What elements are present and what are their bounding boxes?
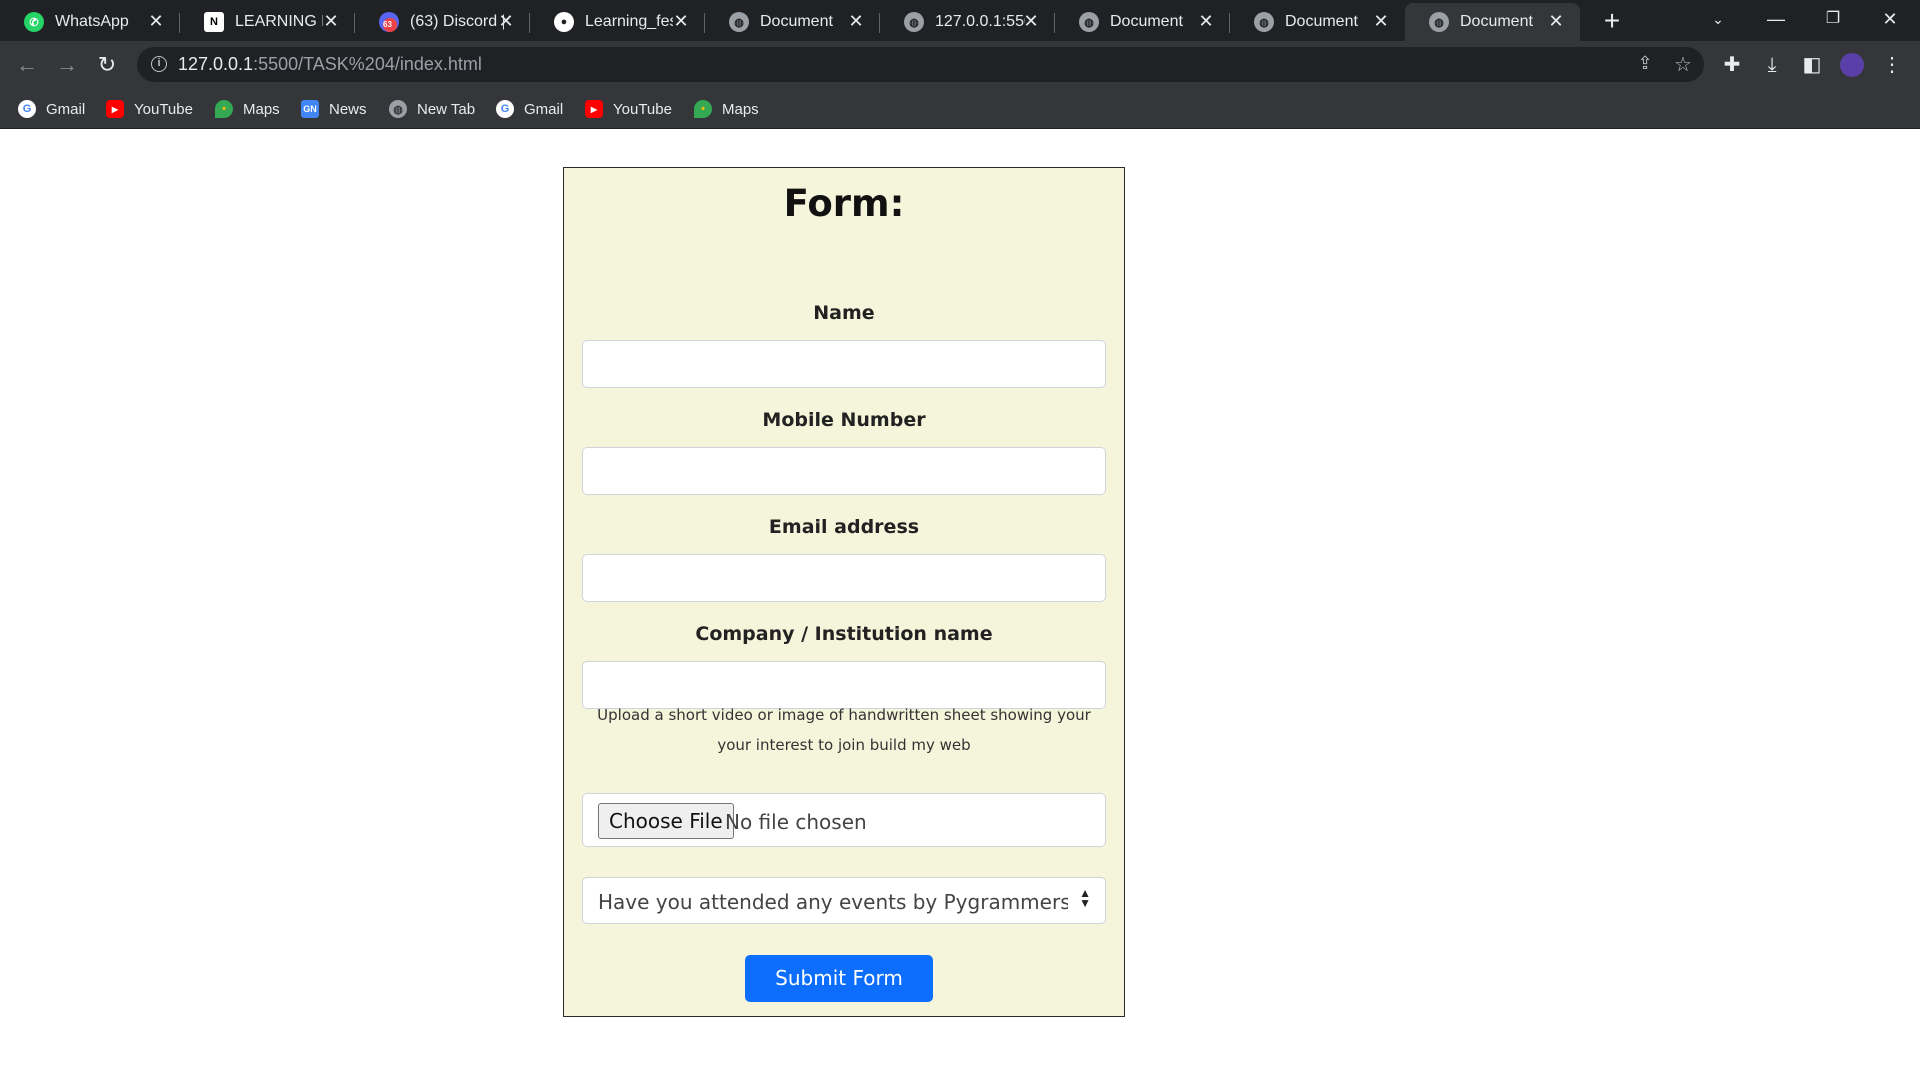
reload-button[interactable]: ↻ [93, 51, 121, 79]
globe-icon: ◍ [389, 100, 407, 118]
close-icon[interactable]: ✕ [1021, 11, 1041, 31]
bookmark-news[interactable]: GN News [301, 98, 367, 120]
mobile-number-input[interactable] [582, 447, 1106, 495]
name-input[interactable] [582, 340, 1106, 388]
new-tab-button[interactable]: + [1598, 7, 1626, 35]
close-icon[interactable]: ✕ [846, 11, 866, 31]
profile-avatar[interactable] [1838, 51, 1866, 79]
tab-document[interactable]: ◍ Document ✕ [1230, 3, 1405, 41]
bookmark-youtube[interactable]: ▶ YouTube [106, 98, 193, 120]
events-attended-select[interactable]: Have you attended any events by Pygramme… [582, 877, 1106, 924]
bookmark-label: Maps [243, 100, 280, 118]
bookmark-label: YouTube [134, 100, 193, 118]
address-bar[interactable]: i 127.0.0.1:5500/TASK%204/index.html ⇪ ☆ [137, 47, 1704, 82]
google-icon: G [18, 100, 36, 118]
bookmarks-bar: G Gmail ▶ YouTube • Maps GN News ◍ New T… [0, 88, 1920, 129]
globe-icon: ◍ [1079, 12, 1099, 32]
back-button[interactable]: ← [13, 51, 41, 79]
tab-title: (63) Discord | [410, 13, 504, 30]
globe-icon: ◍ [729, 12, 749, 32]
share-icon[interactable]: ⇪ [1633, 53, 1657, 77]
close-window-button[interactable]: ✕ [1862, 0, 1918, 40]
maps-icon: • [694, 100, 712, 118]
close-icon[interactable]: ✕ [671, 11, 691, 31]
tab-discord[interactable]: 63 (63) Discord | ✕ [355, 3, 530, 41]
bookmark-label: YouTube [613, 100, 672, 118]
google-icon: G [496, 100, 514, 118]
extensions-icon[interactable]: ✚ [1718, 51, 1746, 79]
bookmark-youtube[interactable]: ▶ YouTube [585, 98, 672, 120]
tab-title: LEARNING FE [235, 13, 323, 30]
close-icon[interactable]: ✕ [1371, 11, 1391, 31]
bookmark-label: News [329, 100, 367, 118]
url-host: 127.0.0.1 [178, 54, 254, 74]
tab-document-active[interactable]: ◍ Document ✕ [1405, 3, 1580, 41]
bookmark-star-icon[interactable]: ☆ [1671, 52, 1695, 76]
file-upload-field[interactable]: Choose File No file chosen [582, 793, 1106, 847]
sort-arrows-icon: ▲ ▼ [1079, 886, 1091, 910]
mobile-number-label: Mobile Number [762, 409, 926, 431]
name-label: Name [813, 302, 875, 324]
close-icon[interactable]: ✕ [496, 11, 516, 31]
bookmark-maps[interactable]: • Maps [215, 98, 280, 120]
notification-badge: 63 [383, 18, 397, 32]
news-icon: GN [301, 100, 319, 118]
tab-localhost[interactable]: ◍ 127.0.0.1:5500 ✕ [880, 3, 1055, 41]
tab-title: Learning_fest [585, 13, 673, 30]
download-icon[interactable]: ⤓ [1758, 51, 1786, 79]
youtube-icon: ▶ [585, 100, 603, 118]
notion-icon: N [204, 12, 224, 32]
company-label: Company / Institution name [695, 623, 993, 645]
info-icon[interactable]: i [151, 56, 167, 72]
bookmark-label: Gmail [524, 100, 564, 118]
bookmark-gmail[interactable]: G Gmail [496, 98, 563, 120]
tab-notion[interactable]: N LEARNING FE ✕ [180, 3, 355, 41]
forward-button[interactable]: → [53, 51, 81, 79]
globe-icon: ◍ [1254, 12, 1274, 32]
select-value: Have you attended any events by Pygramme… [598, 890, 1068, 914]
close-icon[interactable]: ✕ [1196, 11, 1216, 31]
tab-whatsapp[interactable]: ✆ WhatsApp ✕ [0, 3, 180, 41]
url-text[interactable]: 127.0.0.1:5500/TASK%204/index.html [178, 54, 482, 75]
minimize-button[interactable]: — [1748, 0, 1804, 40]
browser-toolbar: ← → ↻ i 127.0.0.1:5500/TASK%204/index.ht… [0, 41, 1920, 88]
globe-icon: ◍ [904, 12, 924, 32]
tab-strip: ✆ WhatsApp ✕ N LEARNING FE ✕ 63 (63) Dis… [0, 0, 1920, 41]
tab-document[interactable]: ◍ Document ✕ [705, 3, 880, 41]
youtube-icon: ▶ [106, 100, 124, 118]
github-icon: ● [554, 12, 574, 32]
bookmark-label: New Tab [417, 100, 476, 118]
menu-icon[interactable]: ⋮ [1878, 51, 1906, 79]
tab-search-button[interactable]: ⌄ [1690, 0, 1746, 40]
tab-github[interactable]: ● Learning_fest ✕ [530, 3, 705, 41]
form-title: Form: [783, 182, 905, 225]
maps-icon: • [215, 100, 233, 118]
close-icon[interactable]: ✕ [321, 11, 341, 31]
bookmark-gmail[interactable]: G Gmail [18, 98, 85, 120]
file-status-text: No file chosen [725, 810, 867, 834]
close-icon[interactable]: ✕ [146, 11, 166, 31]
choose-file-button[interactable]: Choose File [598, 803, 734, 839]
side-panel-icon[interactable]: ◧ [1798, 51, 1826, 79]
upload-instructions: Upload a short video or image of handwri… [597, 706, 1091, 754]
whatsapp-icon: ✆ [24, 12, 44, 32]
bookmark-label: Gmail [46, 100, 86, 118]
close-icon[interactable]: ✕ [1546, 11, 1566, 31]
submit-form-button[interactable]: Submit Form [745, 955, 933, 1002]
tab-document[interactable]: ◍ Document ✕ [1055, 3, 1230, 41]
globe-icon: ◍ [1429, 12, 1449, 32]
bookmark-label: Maps [722, 100, 759, 118]
restore-button[interactable]: ❐ [1805, 0, 1861, 40]
email-input[interactable] [582, 554, 1106, 602]
form-card: Form: Name Mobile Number Email address C… [563, 167, 1125, 1017]
page-viewport: Form: Name Mobile Number Email address C… [0, 129, 1920, 1080]
bookmark-new-tab[interactable]: ◍ New Tab [389, 98, 475, 120]
email-label: Email address [768, 516, 920, 538]
url-path: :5500/TASK%204/index.html [253, 54, 482, 74]
bookmark-maps[interactable]: • Maps [694, 98, 759, 120]
tab-title: 127.0.0.1:5500 [935, 13, 1025, 30]
discord-icon: 63 [379, 12, 399, 32]
